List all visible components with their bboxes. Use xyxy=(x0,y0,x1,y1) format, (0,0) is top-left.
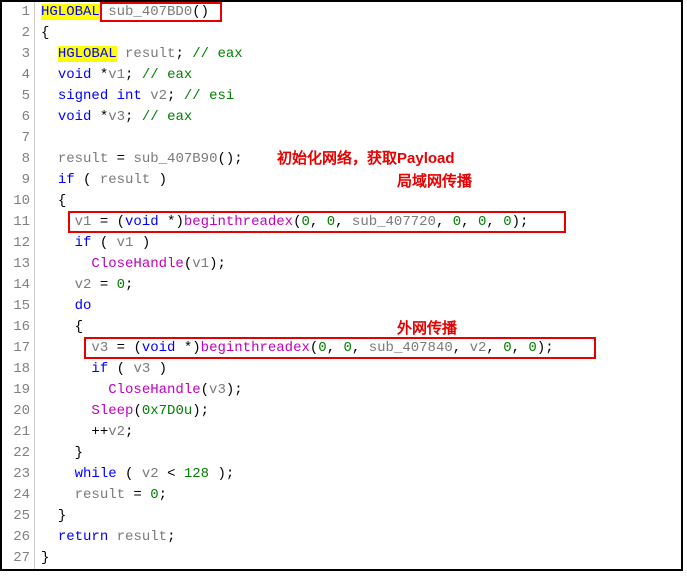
line-number: 4 xyxy=(2,65,35,86)
code-text: v2 = 0; xyxy=(35,275,681,296)
line-number: 23 xyxy=(2,464,35,485)
code-line: 25 } xyxy=(2,506,681,527)
code-line: 22 } xyxy=(2,443,681,464)
line-number: 26 xyxy=(2,527,35,548)
line-number: 21 xyxy=(2,422,35,443)
line-number: 20 xyxy=(2,401,35,422)
code-line: 14 v2 = 0; xyxy=(2,275,681,296)
code-line: 13 CloseHandle(v1); xyxy=(2,254,681,275)
line-number: 13 xyxy=(2,254,35,275)
code-line: 20 Sleep(0x7D0u); xyxy=(2,401,681,422)
line-number: 12 xyxy=(2,233,35,254)
line-number: 9 xyxy=(2,170,35,191)
line-number: 1 xyxy=(2,2,35,23)
code-text: do xyxy=(35,296,681,317)
line-number: 11 xyxy=(2,212,35,233)
code-text: return result; xyxy=(35,527,681,548)
code-line: 6 void *v3; // eax xyxy=(2,107,681,128)
code-line: 5 signed int v2; // esi xyxy=(2,86,681,107)
code-line: 21 ++v2; xyxy=(2,422,681,443)
code-text: HGLOBAL sub_407BD0() xyxy=(35,2,681,23)
code-line: 8 result = sub_407B90(); xyxy=(2,149,681,170)
code-text: result = sub_407B90(); xyxy=(35,149,681,170)
code-text: if ( v3 ) xyxy=(35,359,681,380)
line-number: 3 xyxy=(2,44,35,65)
code-text: v1 = (void *)beginthreadex(0, 0, sub_407… xyxy=(35,212,681,233)
line-number: 10 xyxy=(2,191,35,212)
code-line: 9 if ( result ) xyxy=(2,170,681,191)
code-line: 4 void *v1; // eax xyxy=(2,65,681,86)
code-line: 2 { xyxy=(2,23,681,44)
code-text: ++v2; xyxy=(35,422,681,443)
code-text: } xyxy=(35,548,681,569)
code-text: } xyxy=(35,443,681,464)
line-number: 16 xyxy=(2,317,35,338)
code-line: 1 HGLOBAL sub_407BD0() xyxy=(2,2,681,23)
code-text: CloseHandle(v1); xyxy=(35,254,681,275)
code-viewer: 初始化网络，获取Payload 局域网传播 外网传播 1 HGLOBAL sub… xyxy=(0,0,683,571)
code-text: if ( v1 ) xyxy=(35,233,681,254)
line-number: 17 xyxy=(2,338,35,359)
code-text: Sleep(0x7D0u); xyxy=(35,401,681,422)
line-number: 5 xyxy=(2,86,35,107)
line-number: 22 xyxy=(2,443,35,464)
code-line: 27 } xyxy=(2,548,681,569)
code-text: { xyxy=(35,317,681,338)
code-text: HGLOBAL result; // eax xyxy=(35,44,681,65)
code-text: signed int v2; // esi xyxy=(35,86,681,107)
line-number: 19 xyxy=(2,380,35,401)
code-line: 18 if ( v3 ) xyxy=(2,359,681,380)
code-text: while ( v2 < 128 ); xyxy=(35,464,681,485)
code-line: 23 while ( v2 < 128 ); xyxy=(2,464,681,485)
code-line: 7 xyxy=(2,128,681,149)
line-number: 7 xyxy=(2,128,35,149)
code-line: 11 v1 = (void *)beginthreadex(0, 0, sub_… xyxy=(2,212,681,233)
line-number: 6 xyxy=(2,107,35,128)
code-text: v3 = (void *)beginthreadex(0, 0, sub_407… xyxy=(35,338,681,359)
code-text: void *v3; // eax xyxy=(35,107,681,128)
code-line: 19 CloseHandle(v3); xyxy=(2,380,681,401)
code-line: 15 do xyxy=(2,296,681,317)
line-number: 8 xyxy=(2,149,35,170)
line-number: 24 xyxy=(2,485,35,506)
code-line: 26 return result; xyxy=(2,527,681,548)
code-text: if ( result ) xyxy=(35,170,681,191)
code-line: 10 { xyxy=(2,191,681,212)
line-number: 14 xyxy=(2,275,35,296)
code-text: result = 0; xyxy=(35,485,681,506)
code-line: 3 HGLOBAL result; // eax xyxy=(2,44,681,65)
line-number: 2 xyxy=(2,23,35,44)
code-text: CloseHandle(v3); xyxy=(35,380,681,401)
code-line: 16 { xyxy=(2,317,681,338)
code-line: 17 v3 = (void *)beginthreadex(0, 0, sub_… xyxy=(2,338,681,359)
code-text: { xyxy=(35,23,681,44)
line-number: 25 xyxy=(2,506,35,527)
code-text: { xyxy=(35,191,681,212)
line-number: 18 xyxy=(2,359,35,380)
code-line: 12 if ( v1 ) xyxy=(2,233,681,254)
line-number: 27 xyxy=(2,548,35,569)
code-line: 24 result = 0; xyxy=(2,485,681,506)
code-text: } xyxy=(35,506,681,527)
line-number: 15 xyxy=(2,296,35,317)
code-text: void *v1; // eax xyxy=(35,65,681,86)
